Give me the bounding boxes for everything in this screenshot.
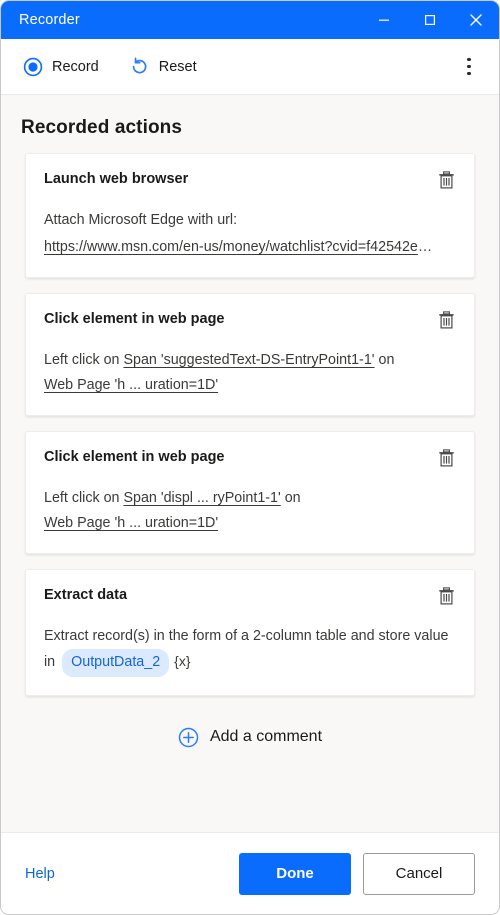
page-title: Recorded actions — [21, 117, 183, 138]
action-description: Left click on Span 'displ ... ryPoint1-1… — [44, 486, 456, 535]
reset-button[interactable]: Reset — [123, 50, 207, 83]
action-description: Extract record(s) in the form of a 2-col… — [44, 624, 456, 677]
maximize-button[interactable] — [407, 1, 453, 39]
action-card[interactable]: Click element in web page Left click on … — [25, 431, 475, 555]
window-title: Recorder — [19, 12, 80, 28]
trash-icon — [438, 171, 454, 189]
action-url-ellipsis: … — [417, 238, 433, 255]
minimize-icon — [379, 19, 389, 21]
action-target-page[interactable]: Web Page 'h ... uration=1D' — [44, 377, 218, 393]
close-button[interactable] — [453, 1, 499, 39]
plus-circle-icon — [178, 727, 199, 747]
maximize-icon — [425, 15, 436, 26]
action-click-prefix: Left click on — [44, 352, 120, 369]
action-card-header: Click element in web page — [44, 448, 456, 471]
action-target-element[interactable]: Span 'displ ... ryPoint1-1' — [123, 490, 280, 506]
action-description: Left click on Span 'suggestedText-DS-Ent… — [44, 348, 456, 397]
delete-action-button[interactable] — [433, 307, 459, 333]
action-target-page[interactable]: Web Page 'h ... uration=1D' — [44, 515, 218, 531]
output-variable-chip[interactable]: OutputData_2 — [62, 649, 170, 677]
window-controls — [361, 1, 499, 39]
delete-action-button[interactable] — [433, 445, 459, 471]
trash-icon — [438, 587, 454, 605]
action-card[interactable]: Click element in web page Left click on … — [25, 293, 475, 417]
action-click-conjunction: on — [378, 352, 395, 369]
action-card-header: Launch web browser — [44, 170, 456, 193]
action-card-header: Extract data — [44, 586, 456, 609]
reset-label: Reset — [158, 58, 197, 75]
action-description: Attach Microsoft Edge with url: https://… — [44, 208, 456, 259]
toolbar: Record Reset — [1, 39, 499, 95]
action-card[interactable]: Extract data Extract record(s) in the fo… — [25, 569, 475, 696]
more-vertical-icon-dot-1 — [467, 57, 471, 62]
action-click-conjunction: on — [284, 490, 301, 507]
more-vertical-icon-dot-3 — [467, 71, 471, 76]
action-title: Click element in web page — [44, 449, 225, 466]
recorded-actions-panel[interactable]: Recorded actions Launch web browser Atta… — [1, 95, 499, 832]
more-vertical-icon-dot-2 — [467, 64, 471, 69]
delete-action-button[interactable] — [433, 167, 459, 193]
delete-action-button[interactable] — [433, 583, 459, 609]
recorder-window: Recorder Record Reset Recorded actions L… — [0, 0, 500, 915]
help-link[interactable]: Help — [25, 866, 55, 882]
action-title: Extract data — [44, 587, 128, 604]
action-card[interactable]: Launch web browser Attach Microsoft Edge… — [25, 153, 475, 279]
action-target-element[interactable]: Span 'suggestedText-DS-EntryPoint1-1' — [123, 352, 374, 368]
action-url-link[interactable]: https://www.msn.com/en-us/money/watchlis… — [44, 235, 418, 260]
reset-counterclockwise-arrow-icon — [132, 57, 147, 74]
trash-icon — [438, 311, 454, 329]
cancel-button[interactable]: Cancel — [363, 852, 475, 895]
action-title: Launch web browser — [44, 171, 189, 187]
record-label: Record — [52, 58, 99, 75]
record-radio-icon — [23, 57, 43, 76]
more-options-button[interactable] — [453, 51, 485, 83]
add-comment-button[interactable]: Add a comment — [1, 711, 499, 770]
variable-marker: {x} — [174, 653, 191, 670]
record-button[interactable]: Record — [17, 51, 109, 83]
minimize-button[interactable] — [361, 1, 407, 39]
title-bar: Recorder — [1, 1, 499, 39]
add-comment-label: Add a comment — [209, 728, 323, 746]
close-icon — [470, 14, 482, 26]
action-description-text: Attach Microsoft Edge with url: — [44, 212, 238, 228]
action-title: Click element in web page — [44, 311, 225, 328]
trash-icon — [438, 449, 454, 467]
done-button[interactable]: Done — [239, 852, 351, 895]
action-click-prefix: Left click on — [44, 490, 120, 507]
action-card-list: Launch web browser Attach Microsoft Edge… — [1, 153, 499, 696]
footer: Help Done Cancel — [1, 832, 499, 914]
action-url-line: https://www.msn.com/en-us/money/watchlis… — [44, 235, 456, 260]
action-card-header: Click element in web page — [44, 310, 456, 333]
